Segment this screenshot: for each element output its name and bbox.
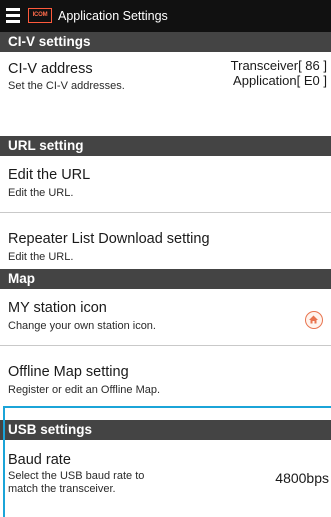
civ-address-title: CI-V address	[8, 61, 93, 77]
offline-map-setting-title: Offline Map setting	[8, 364, 129, 380]
section-header-civ: CI-V settings	[0, 32, 331, 52]
repeater-list-download-item[interactable]: Repeater List Download setting Edit the …	[0, 213, 331, 269]
edit-url-item[interactable]: Edit the URL Edit the URL.	[0, 156, 331, 212]
baud-rate-subtitle-line1: Select the USB baud rate to	[8, 470, 145, 482]
repeater-list-download-title: Repeater List Download setting	[8, 231, 210, 247]
civ-address-subtitle: Set the CI-V addresses.	[8, 80, 125, 92]
section-header-url: URL setting	[0, 136, 331, 156]
my-station-icon-title: MY station icon	[8, 300, 107, 316]
offline-map-setting-item[interactable]: Offline Map setting Register or edit an …	[0, 346, 331, 402]
baud-rate-title: Baud rate	[8, 452, 71, 468]
home-icon	[305, 311, 323, 329]
hamburger-menu-icon[interactable]	[6, 8, 20, 23]
repeater-list-download-subtitle: Edit the URL.	[8, 251, 74, 263]
section-header-usb: USB settings	[0, 420, 331, 440]
app-bar: ICOM Application Settings	[0, 0, 331, 32]
my-station-icon-subtitle: Change your own station icon.	[8, 320, 156, 332]
my-station-icon-item[interactable]: MY station icon Change your own station …	[0, 289, 331, 345]
civ-transceiver-value: Transceiver[ 86 ]	[230, 58, 327, 73]
section-header-map: Map	[0, 269, 331, 289]
civ-address-item[interactable]: CI-V address Set the CI-V addresses. Tra…	[0, 52, 331, 102]
edit-url-title: Edit the URL	[8, 167, 91, 183]
edit-url-subtitle: Edit the URL.	[8, 187, 74, 199]
baud-rate-item[interactable]: Baud rate Select the USB baud rate to ma…	[0, 440, 331, 517]
civ-application-value: Application[ E0 ]	[233, 73, 327, 88]
page-title: Application Settings	[58, 9, 168, 23]
baud-rate-value: 4800bps	[275, 470, 329, 486]
offline-map-setting-subtitle: Register or edit an Offline Map.	[8, 384, 161, 396]
baud-rate-subtitle-line2: match the transceiver.	[8, 483, 116, 495]
app-logo: ICOM	[28, 8, 52, 23]
